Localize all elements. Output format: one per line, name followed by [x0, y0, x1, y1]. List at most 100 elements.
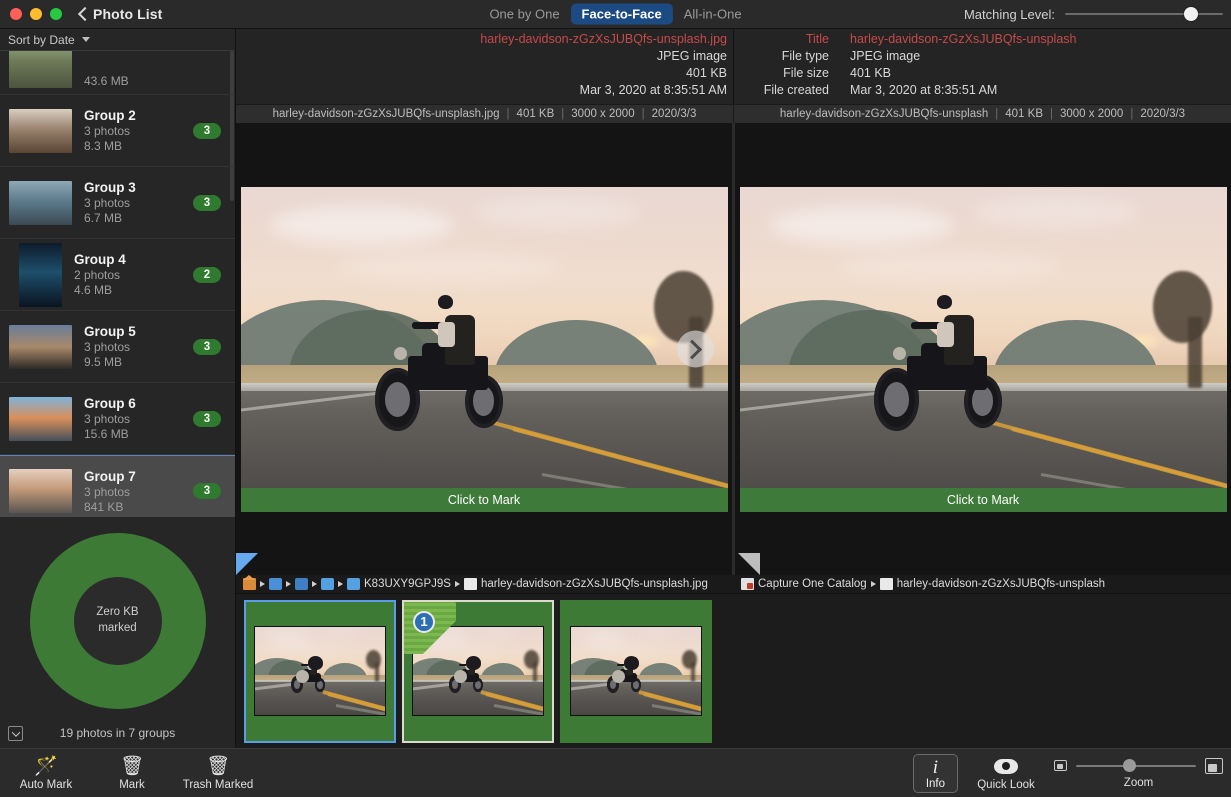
folder-icon[interactable]: [347, 578, 360, 590]
camera-icon[interactable]: [269, 578, 282, 590]
group-row[interactable]: 43.6 MB: [0, 51, 235, 95]
group-thumbnail: [9, 51, 72, 88]
metadata-row-title-right: Title harley-davidson-zGzXsJUBQfs-unspla…: [734, 31, 1231, 48]
window-title: Photo List: [93, 6, 162, 22]
zoom-control: Zoom: [1054, 758, 1223, 789]
metadata-key-filesize: File size: [734, 65, 829, 82]
slider-knob[interactable]: [1184, 7, 1198, 21]
tab-face-to-face[interactable]: Face-to-Face: [571, 4, 673, 25]
matching-level-control: Matching Level:: [964, 6, 1223, 22]
metadata-key-created: File created: [734, 82, 829, 99]
home-icon[interactable]: [243, 578, 256, 590]
path-catalog-name[interactable]: Capture One Catalog: [758, 578, 867, 590]
path-bar-right[interactable]: Capture One Catalog harley-davidson-zGzX…: [733, 575, 1231, 593]
metadata-filetype-right: JPEG image: [829, 48, 920, 65]
group-list[interactable]: 43.6 MBGroup 23 photos8.3 MB3Group 33 ph…: [0, 51, 235, 516]
info-button[interactable]: i Info: [913, 754, 958, 793]
photo-preview-left[interactable]: Click to Mark: [241, 187, 728, 512]
info-icon: i: [933, 758, 938, 778]
zoom-knob[interactable]: [1123, 759, 1136, 772]
quick-look-button[interactable]: Quick Look: [974, 755, 1038, 791]
path-bar-left[interactable]: K83UXY9GPJ9S harley-davidson-zGzXsJUBQfs…: [236, 575, 733, 593]
group-meta: 43.6 MB: [84, 74, 225, 88]
group-thumbnail: [9, 469, 72, 513]
group-badge: 3: [193, 123, 221, 139]
viewer-pane-left[interactable]: Click to Mark: [236, 123, 732, 575]
caret-down-icon[interactable]: [82, 37, 90, 42]
zoom-slider[interactable]: [1076, 759, 1196, 773]
document-icon[interactable]: [880, 578, 893, 590]
filmstrip[interactable]: 1: [236, 593, 1231, 748]
metadata-filesize-right: 401 KB: [829, 65, 891, 82]
group-row[interactable]: Group 23 photos8.3 MB3: [0, 95, 235, 167]
path-separator-icon: [871, 581, 876, 587]
summary-dims-left: 3000 x 2000: [571, 108, 634, 120]
image-small-icon[interactable]: [1054, 760, 1067, 771]
summary-name-left: harley-davidson-zGzXsJUBQfs-unsplash.jpg: [273, 108, 500, 120]
group-row[interactable]: Group 33 photos6.7 MB3: [0, 167, 235, 239]
group-badge: 3: [193, 411, 221, 427]
folder-icon[interactable]: [321, 578, 334, 590]
click-to-mark-left[interactable]: Click to Mark: [241, 488, 728, 512]
metadata-title-left: harley-davidson-zGzXsJUBQfs-unsplash.jpg: [480, 31, 733, 48]
zoom-button[interactable]: [50, 8, 62, 20]
tab-one-by-one[interactable]: One by One: [478, 4, 570, 25]
matching-level-slider[interactable]: [1065, 6, 1223, 22]
slider-track: [1065, 13, 1223, 15]
group-size: 8.3 MB: [84, 139, 181, 153]
summary-size-left: 401 KB: [517, 108, 555, 120]
photo-image-right: [740, 187, 1227, 512]
trash-marked-button[interactable]: 🗑 Trash Marked: [186, 755, 250, 791]
viewer-pane-right[interactable]: Click to Mark: [732, 123, 1231, 575]
auto-mark-button[interactable]: 🪄 Auto Mark: [14, 755, 78, 791]
photo-image-left: [241, 187, 728, 512]
close-button[interactable]: [10, 8, 22, 20]
metadata-row-title-left: harley-davidson-zGzXsJUBQfs-unsplash.jpg: [236, 31, 733, 48]
filmstrip-item[interactable]: [244, 600, 396, 743]
auto-mark-label: Auto Mark: [20, 779, 72, 791]
document-icon[interactable]: [464, 578, 477, 590]
corner-marker-blue: [236, 553, 258, 575]
summary-name-right: harley-davidson-zGzXsJUBQfs-unsplash: [780, 108, 988, 120]
group-row[interactable]: Group 42 photos4.6 MB2: [0, 239, 235, 311]
matching-level-label: Matching Level:: [964, 7, 1055, 22]
group-thumbnail: [9, 109, 72, 153]
title-bar: Photo List One by One Face-to-Face All-i…: [0, 0, 1231, 29]
best-ribbon: 1: [404, 602, 456, 654]
chevron-right-icon[interactable]: [677, 331, 714, 368]
group-meta: Group 33 photos6.7 MB: [84, 180, 181, 225]
metadata-row-filetype-right: File type JPEG image: [734, 48, 1231, 65]
group-name: Group 5: [84, 324, 181, 339]
app-icon[interactable]: [295, 578, 308, 590]
group-photo-count: 3 photos: [84, 412, 181, 426]
group-row[interactable]: Group 53 photos9.5 MB3: [0, 311, 235, 383]
path-file-name-left[interactable]: harley-davidson-zGzXsJUBQfs-unsplash.jpg: [481, 578, 708, 590]
magic-wand-icon: 🪄: [34, 755, 58, 777]
sort-bar[interactable]: Sort by Date: [0, 29, 235, 51]
path-file-name-right[interactable]: harley-davidson-zGzXsJUBQfs-unsplash: [897, 578, 1105, 590]
back-navigation[interactable]: Photo List: [78, 6, 162, 22]
group-thumbnail: [9, 397, 72, 441]
filmstrip-item[interactable]: [560, 600, 712, 743]
click-to-mark-right[interactable]: Click to Mark: [740, 488, 1227, 512]
view-mode-segmented-control[interactable]: One by One Face-to-Face All-in-One: [478, 4, 752, 25]
image-large-icon[interactable]: [1205, 758, 1223, 774]
group-thumbnail: [19, 243, 62, 307]
summary-sep: |: [642, 108, 645, 120]
tab-all-in-one[interactable]: All-in-One: [673, 4, 753, 25]
minimize-button[interactable]: [30, 8, 42, 20]
group-name: Group 6: [84, 396, 181, 411]
catalog-icon[interactable]: [741, 578, 754, 590]
trash-icon: 🗑: [206, 755, 230, 777]
photo-preview-right[interactable]: Click to Mark: [740, 187, 1227, 512]
path-separator-icon: [312, 581, 317, 587]
path-folder-name[interactable]: K83UXY9GPJ9S: [364, 578, 451, 590]
metadata-row-filetype-left: JPEG image: [236, 48, 733, 65]
mark-button[interactable]: 🗑 Mark: [100, 755, 164, 791]
filmstrip-item[interactable]: 1: [402, 600, 554, 743]
group-photo-count: 3 photos: [84, 196, 181, 210]
group-row[interactable]: Group 73 photos841 KB3: [0, 455, 235, 516]
sidebar: Sort by Date 43.6 MBGroup 23 photos8.3 M…: [0, 29, 236, 748]
group-row[interactable]: Group 63 photos15.6 MB3: [0, 383, 235, 455]
summary-sep: |: [1130, 108, 1133, 120]
